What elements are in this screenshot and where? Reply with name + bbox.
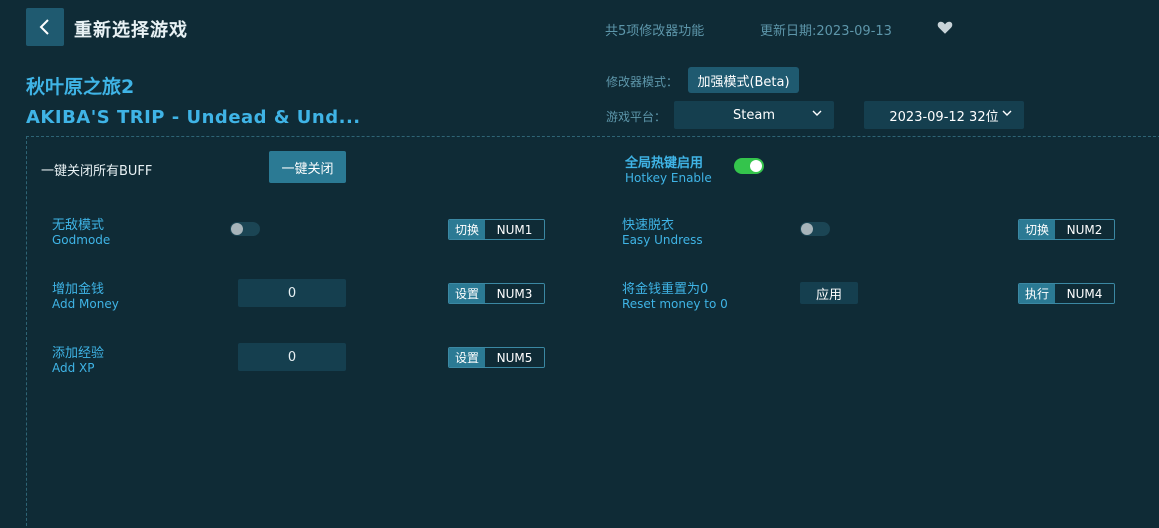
platform-label: 游戏平台： (606, 110, 667, 124)
feature-name-en: Godmode (52, 233, 111, 247)
hotkey-action: 设置 (449, 348, 485, 367)
hotkey-action: 设置 (449, 284, 485, 303)
add-xp-hotkey[interactable]: 设置 NUM5 (448, 347, 545, 368)
features-panel (26, 136, 1159, 528)
add-money-hotkey[interactable]: 设置 NUM3 (448, 283, 545, 304)
toggle-knob (750, 160, 762, 172)
feature-name-cn: 将金钱重置为0 (622, 282, 709, 297)
easy-undress-toggle[interactable] (800, 222, 830, 236)
add-money-input[interactable]: 0 (238, 279, 346, 307)
feature-name-en: Easy Undress (622, 233, 703, 247)
hotkey-action: 切换 (1019, 220, 1055, 239)
hotkey-action: 执行 (1019, 284, 1055, 303)
mode-label: 修改器模式： (606, 75, 679, 89)
hotkey-label-cn: 全局热键启用 (625, 156, 704, 171)
game-title-en: AKIBA'S TRIP - Undead & Und... (26, 107, 361, 128)
feature-name-en: Add Money (52, 297, 119, 311)
back-button[interactable] (26, 8, 64, 46)
godmode-hotkey[interactable]: 切换 NUM1 (448, 219, 545, 240)
hotkey-key: NUM3 (485, 284, 544, 303)
toggle-knob (231, 223, 243, 235)
toggle-knob (801, 223, 813, 235)
feature-name-cn: 快速脱衣 (622, 218, 675, 233)
hotkey-key: NUM1 (485, 220, 544, 239)
close-all-label: 一键关闭所有BUFF (41, 164, 153, 179)
hotkey-action: 切换 (449, 220, 485, 239)
game-title-cn: 秋叶原之旅2 (26, 76, 135, 98)
close-all-button[interactable]: 一键关闭 (269, 151, 346, 183)
heart-icon[interactable] (936, 18, 954, 36)
feature-name-cn: 增加金钱 (52, 282, 105, 297)
hotkey-label-en: Hotkey Enable (625, 171, 712, 185)
mode-button[interactable]: 加强模式(Beta) (688, 67, 799, 93)
version-select[interactable]: 2023-09-12 32位 (864, 101, 1024, 129)
hotkey-key: NUM4 (1055, 284, 1114, 303)
godmode-toggle[interactable] (230, 222, 260, 236)
add-xp-input[interactable]: 0 (238, 343, 346, 371)
chevron-down-icon (1002, 110, 1012, 116)
reset-money-hotkey[interactable]: 执行 NUM4 (1018, 283, 1115, 304)
platform-value: Steam (733, 107, 775, 123)
hotkey-key: NUM5 (485, 348, 544, 367)
feature-name-en: Reset money to 0 (622, 297, 728, 311)
back-title[interactable]: 重新选择游戏 (74, 16, 188, 42)
hotkey-key: NUM2 (1055, 220, 1114, 239)
version-value: 2023-09-12 32位 (889, 109, 999, 125)
feature-name-en: Add XP (52, 361, 95, 375)
apply-button[interactable]: 应用 (800, 282, 858, 304)
feature-count: 共5项修改器功能 (605, 24, 705, 39)
chevron-left-icon (39, 19, 49, 35)
feature-name-cn: 添加经验 (52, 346, 105, 361)
feature-name-cn: 无敌模式 (52, 218, 105, 233)
easy-undress-hotkey[interactable]: 切换 NUM2 (1018, 219, 1115, 240)
hotkey-toggle[interactable] (734, 158, 764, 174)
chevron-down-icon (812, 110, 822, 116)
update-date: 更新日期:2023-09-13 (760, 24, 892, 39)
platform-select[interactable]: Steam (674, 101, 834, 129)
